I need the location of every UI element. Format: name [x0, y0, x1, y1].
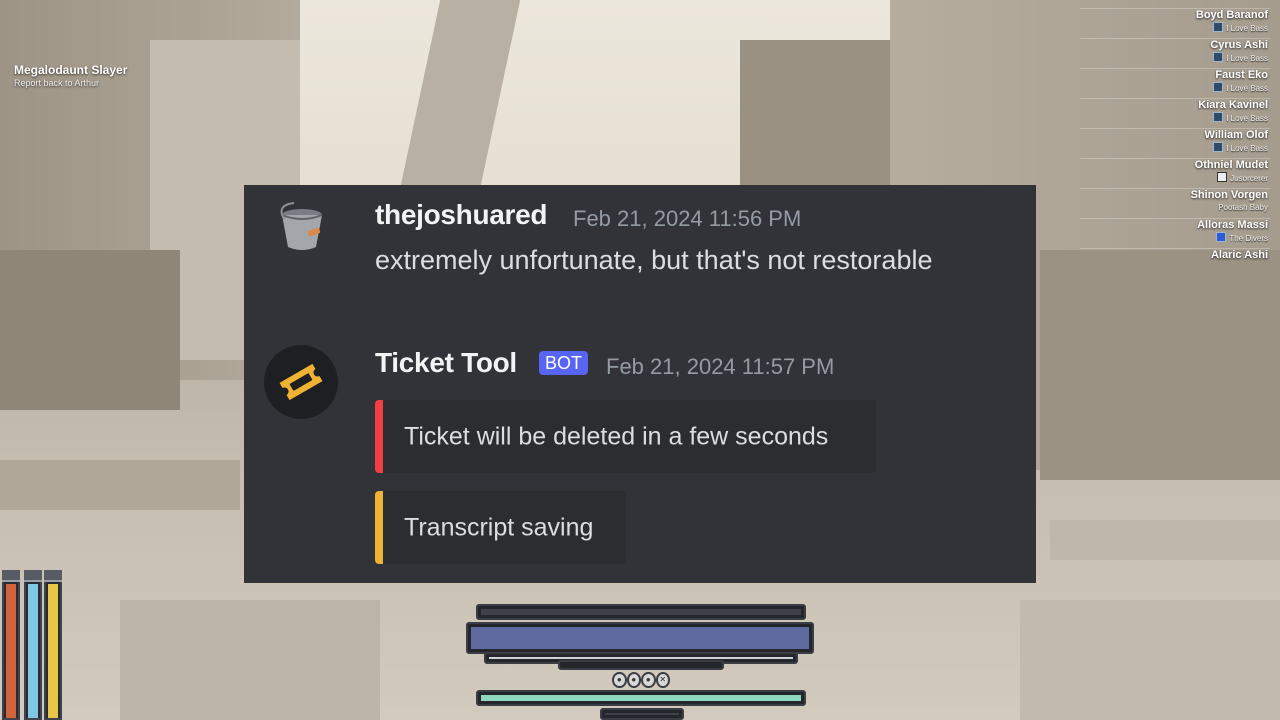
mana-bar-vertical: [24, 570, 42, 720]
embed-transcript: Transcript saving: [375, 491, 626, 564]
player-name: Boyd Baranof: [1195, 9, 1268, 21]
health-bar: [466, 622, 814, 654]
player-guild-tag: I Love Bass: [1080, 112, 1268, 124]
stone-block-left: [0, 250, 180, 410]
player-entry[interactable]: Alloras Massi The Divers: [1080, 219, 1270, 249]
player-guild-tag: The Divers: [1080, 232, 1268, 244]
posture-bar: [558, 660, 724, 670]
player-name: Alloras Massi: [1197, 219, 1268, 231]
message-author[interactable]: thejoshuared: [375, 199, 548, 231]
bot-avatar[interactable]: [264, 345, 338, 419]
stone-block-center: [740, 40, 890, 190]
player-guild-tag: Pootash Baby: [1218, 203, 1268, 212]
status-icon: ●: [612, 672, 627, 688]
guild-badge-icon: [1213, 112, 1224, 122]
health-bar-vertical: [2, 570, 20, 720]
player-entry[interactable]: Cyrus Ashi I Love Bass: [1080, 39, 1270, 69]
stone-step-right: [1050, 520, 1280, 560]
embed-accent-bar: [375, 491, 383, 564]
message-timestamp: Feb 21, 2024 11:57 PM: [606, 354, 835, 379]
guild-badge-icon: [1213, 22, 1224, 32]
player-name: William Olof: [1204, 129, 1268, 141]
guild-badge-icon: [1213, 142, 1224, 152]
status-icons: ● ● ● ✕: [612, 672, 670, 690]
player-name: Kiara Kavinel: [1198, 99, 1268, 111]
message-text: extremely unfortunate, but that's not re…: [375, 245, 933, 275]
quest-subtitle: Report back to Arthur: [14, 78, 100, 88]
guild-badge-icon: [1216, 232, 1227, 242]
tempo-bar: [476, 604, 806, 620]
player-name: Faust Eko: [1215, 69, 1268, 81]
embed-text: Transcript saving: [404, 513, 594, 541]
player-list: Boyd Baranof I Love Bass Cyrus Ashi I Lo…: [1080, 0, 1270, 278]
player-entry[interactable]: Othniel Mudet Jusorcerer: [1080, 159, 1270, 189]
message-author[interactable]: Ticket Tool: [375, 347, 517, 379]
embed-accent-bar: [375, 400, 383, 473]
player-guild-tag: I Love Bass: [1080, 142, 1268, 154]
stone-block-right: [1040, 250, 1280, 480]
status-icon: ●: [641, 672, 656, 688]
player-entry[interactable]: Shinon Vorgen Pootash Baby: [1080, 189, 1270, 219]
player-name: Cyrus Ashi: [1210, 39, 1268, 51]
bottom-bar-stub: [600, 708, 684, 720]
player-name: Alaric Ashi: [1210, 249, 1268, 261]
discord-chat-overlay: thejoshuared Feb 21, 2024 11:56 PM extre…: [244, 185, 1036, 583]
player-entry[interactable]: Faust Eko I Love Bass: [1080, 69, 1270, 99]
player-guild-tag: I Love Bass: [1080, 22, 1268, 34]
stamina-bar-vertical: [44, 570, 62, 720]
stone-slab-right: [1020, 600, 1280, 720]
message-timestamp: Feb 21, 2024 11:56 PM: [573, 206, 802, 231]
player-guild-tag: I Love Bass: [1080, 52, 1268, 64]
bot-badge: BOT: [539, 351, 589, 375]
player-entry[interactable]: Boyd Baranof I Love Bass: [1080, 9, 1270, 39]
player-entry[interactable]: Kiara Kavinel I Love Bass: [1080, 99, 1270, 129]
guild-badge-icon: [1217, 172, 1228, 182]
embed-ticket-deletion: Ticket will be deleted in a few seconds: [375, 400, 876, 473]
guild-badge-icon: [1213, 82, 1224, 92]
player-entry[interactable]: William Olof I Love Bass: [1080, 129, 1270, 159]
user-avatar[interactable]: [272, 197, 332, 257]
player-name: Othniel Mudet: [1194, 159, 1268, 171]
player-entry[interactable]: Alaric Ashi: [1080, 249, 1270, 278]
vertical-stat-bars: [2, 570, 62, 720]
player-guild-tag: I Love Bass: [1080, 82, 1268, 94]
player-list-row-clipped: [1080, 0, 1270, 9]
status-icon: ●: [626, 672, 641, 688]
player-name: Shinon Vorgen: [1190, 189, 1268, 201]
ticket-icon: [279, 363, 323, 401]
sanity-bar: [476, 690, 806, 706]
embed-text: Ticket will be deleted in a few seconds: [404, 422, 829, 450]
guild-badge-icon: [1213, 52, 1224, 62]
stone-slab-left: [120, 600, 380, 720]
bucket-icon: [280, 202, 323, 250]
quest-title: Megalodaunt Slayer: [14, 63, 128, 77]
quest-tracker: Megalodaunt Slayer Report back to Arthur: [14, 63, 127, 88]
stone-step-left: [0, 460, 240, 510]
close-status-icon: ✕: [655, 672, 670, 688]
player-guild-tag: Jusorcerer: [1080, 172, 1268, 184]
